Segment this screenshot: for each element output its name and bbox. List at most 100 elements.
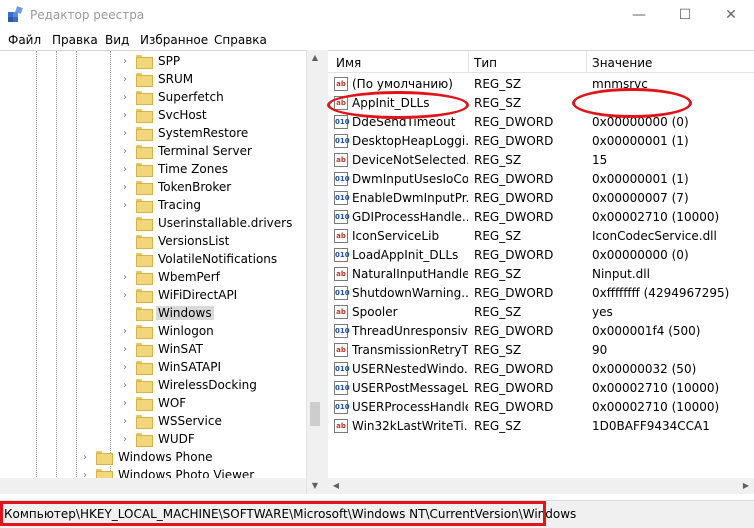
menu-file[interactable]: Файл: [8, 33, 41, 47]
tree-item-label: VersionsList: [158, 234, 230, 248]
tree-item[interactable]: › Superfetch: [120, 88, 226, 106]
chevron-right-icon[interactable]: ›: [120, 128, 130, 139]
chevron-right-icon[interactable]: ›: [120, 110, 130, 121]
minimize-button[interactable]: —: [616, 0, 662, 30]
value-data: 15: [592, 153, 608, 167]
tree-item-label: SRUM: [158, 72, 194, 86]
value-data: 1D0BAFF9434CCA1: [592, 419, 710, 433]
value-row[interactable]: 010 USERNestedWindo... REG_DWORD 0x00000032…: [328, 360, 754, 379]
value-row[interactable]: ab TransmissionRetryT... REG_SZ 90: [328, 341, 754, 360]
dword-value-icon: 010: [334, 381, 350, 395]
value-row[interactable]: ab IconServiceLib REG_SZ IconCodecService.d…: [328, 227, 754, 246]
tree-item-label: Userinstallable.drivers: [158, 216, 293, 230]
tree-item[interactable]: Windows: [120, 304, 214, 322]
chevron-right-icon[interactable]: ›: [120, 272, 130, 283]
tree-item[interactable]: › WUDF: [120, 430, 197, 448]
value-data: yes: [592, 305, 613, 319]
scroll-left-icon[interactable]: ◀: [328, 478, 344, 494]
value-type: REG_DWORD: [474, 286, 554, 300]
chevron-right-icon[interactable]: ›: [120, 200, 130, 211]
chevron-right-icon[interactable]: ›: [120, 398, 130, 409]
value-data: IconCodecService.dll: [592, 229, 717, 243]
chevron-right-icon[interactable]: ›: [80, 452, 90, 463]
chevron-right-icon[interactable]: ›: [120, 182, 130, 193]
menu-bar: Файл Правка Вид Избранное Справка: [0, 30, 754, 50]
chevron-right-icon[interactable]: ›: [120, 146, 130, 157]
column-header-type[interactable]: Тип: [474, 56, 497, 70]
tree-item[interactable]: › TokenBroker: [120, 178, 233, 196]
column-divider[interactable]: [468, 51, 469, 73]
tree-item[interactable]: › SPP: [120, 52, 182, 70]
scroll-up-icon[interactable]: ▲: [307, 50, 323, 66]
tree-item[interactable]: › Terminal Server: [120, 142, 254, 160]
value-row[interactable]: 010USERPostMessageLi... REG_DWORD 0x000027…: [328, 379, 754, 398]
value-type: REG_SZ: [474, 343, 522, 357]
tree-item[interactable]: › WiFiDirectAPI: [120, 286, 239, 304]
chevron-right-icon[interactable]: ›: [120, 344, 130, 355]
tree-item[interactable]: › WinSATAPI: [120, 358, 223, 376]
menu-help[interactable]: Справка: [214, 33, 267, 47]
tree-item[interactable]: › WinSAT: [120, 340, 205, 358]
tree-item[interactable]: › Time Zones: [120, 160, 230, 178]
value-row[interactable]: 010 ShutdownWarning... REG_DWORD 0xffffffff…: [328, 284, 754, 303]
value-row[interactable]: 010USERProcessHandle... REG_DWORD 0x000027…: [328, 398, 754, 417]
tree-item[interactable]: › WbemPerf: [120, 268, 222, 286]
chevron-right-icon[interactable]: ›: [120, 56, 130, 67]
value-row[interactable]: 010 DwmInputUsesIoCo... REG_DWORD 0x0000000…: [328, 170, 754, 189]
chevron-right-icon[interactable]: ›: [120, 92, 130, 103]
chevron-right-icon[interactable]: ›: [120, 326, 130, 337]
menu-view[interactable]: Вид: [105, 33, 129, 47]
tree-item[interactable]: › WirelessDocking: [120, 376, 259, 394]
folder-icon: [136, 235, 153, 249]
tree-item[interactable]: › SvcHost: [120, 106, 209, 124]
value-type: REG_DWORD: [474, 362, 554, 376]
tree-item[interactable]: › SystemRestore: [120, 124, 250, 142]
tree-item-label: WSService: [158, 414, 222, 428]
list-horizontal-scrollbar[interactable]: ◀ ▶: [328, 478, 754, 494]
value-row[interactable]: ab NaturalInputHandler REG_SZ Ninput.dll: [328, 265, 754, 284]
tree-item[interactable]: › SRUM: [120, 70, 195, 88]
value-row[interactable]: ab DeviceNotSelected... REG_SZ 15: [328, 151, 754, 170]
chevron-right-icon[interactable]: ›: [120, 290, 130, 301]
value-type: REG_DWORD: [474, 134, 554, 148]
tree-item[interactable]: VersionsList: [120, 232, 231, 250]
chevron-right-icon[interactable]: ›: [120, 362, 130, 373]
value-row[interactable]: ab Spooler REG_SZ yes: [328, 303, 754, 322]
value-row[interactable]: 010 ThreadUnresponsiv... REG_DWORD 0x000001…: [328, 322, 754, 341]
tree-item[interactable]: › Tracing: [120, 196, 203, 214]
tree-horizontal-scrollbar[interactable]: [0, 478, 306, 494]
scroll-thumb[interactable]: [310, 402, 320, 426]
chevron-right-icon[interactable]: ›: [120, 416, 130, 427]
maximize-button[interactable]: ☐: [662, 0, 708, 30]
column-divider[interactable]: [586, 51, 587, 73]
value-row[interactable]: 010 LoadAppInit_DLLs REG_DWORD 0x00000000 (…: [328, 246, 754, 265]
tree-item[interactable]: VolatileNotifications: [120, 250, 279, 268]
value-row[interactable]: 010 GDIProcessHandle... REG_DWORD 0x0000271…: [328, 208, 754, 227]
chevron-right-icon[interactable]: ›: [120, 74, 130, 85]
value-row[interactable]: 010 EnableDwmInputPr... REG_DWORD 0x0000000…: [328, 189, 754, 208]
tree-item[interactable]: › Windows Phone: [80, 448, 215, 466]
highlight-rect-path: [0, 501, 546, 526]
chevron-right-icon[interactable]: ›: [120, 434, 130, 445]
key-tree[interactable]: › SPP › SRUM › Superfetch › SvcHost › SystemResto…: [0, 50, 322, 494]
string-value-icon: ab: [334, 343, 348, 357]
value-row[interactable]: ab Win32kLastWriteTi... REG_SZ 1D0BAFF9434C…: [328, 417, 754, 436]
tree-item[interactable]: › Winlogon: [120, 322, 216, 340]
tree-item-label: WiFiDirectAPI: [158, 288, 238, 302]
dword-value-icon: 010: [334, 286, 350, 300]
tree-item[interactable]: Userinstallable.drivers: [120, 214, 294, 232]
chevron-right-icon[interactable]: ›: [120, 380, 130, 391]
scroll-right-icon[interactable]: ▶: [738, 478, 754, 494]
tree-vertical-scrollbar[interactable]: ▲ ▼: [306, 50, 322, 494]
menu-favorites[interactable]: Избранное: [140, 33, 208, 47]
scroll-down-icon[interactable]: ▼: [307, 478, 323, 494]
column-header-value[interactable]: Значение: [592, 56, 652, 70]
column-header-name[interactable]: Имя: [336, 56, 361, 70]
chevron-right-icon[interactable]: ›: [120, 164, 130, 175]
tree-item[interactable]: › WSService: [120, 412, 224, 430]
value-row[interactable]: 010 DesktopHeapLoggi... REG_DWORD 0x0000000…: [328, 132, 754, 151]
tree-item[interactable]: › WOF: [120, 394, 188, 412]
close-button[interactable]: ✕: [708, 0, 754, 30]
value-type: REG_DWORD: [474, 324, 554, 338]
menu-edit[interactable]: Правка: [52, 33, 98, 47]
